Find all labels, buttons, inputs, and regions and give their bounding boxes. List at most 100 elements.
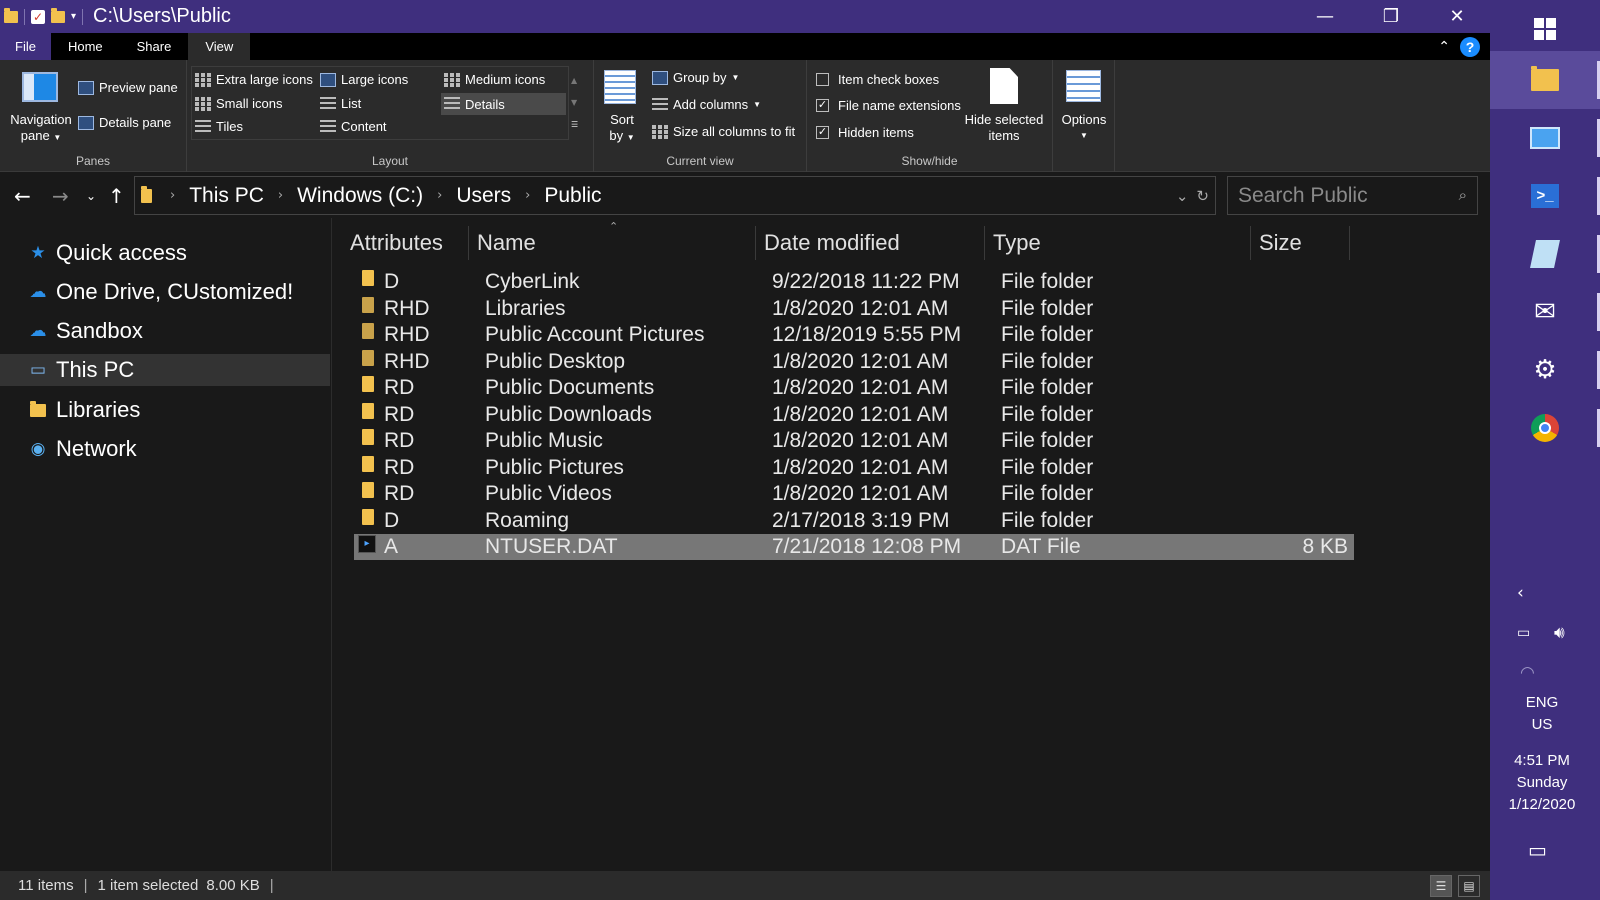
breadcrumb-public[interactable]: Public (538, 184, 607, 208)
input-language[interactable]: ENG (1490, 694, 1594, 711)
chevron-right-icon[interactable]: › (162, 188, 183, 203)
nav-item-this-pc[interactable]: ▭ This PC (0, 354, 330, 386)
checkbox-checked[interactable]: ✓ (816, 126, 829, 139)
clock-time[interactable]: 4:51 PM (1490, 752, 1594, 769)
file-row[interactable]: RD Public Documents 1/8/2020 12:01 AM File … (354, 375, 1354, 401)
file-row[interactable]: RD Public Downloads 1/8/2020 12:01 AM File … (354, 402, 1354, 428)
clock-date[interactable]: 1/12/2020 (1490, 796, 1594, 813)
breadcrumb-windows-c[interactable]: Windows (C:) (291, 184, 429, 208)
help-icon[interactable]: ? (1460, 36, 1480, 57)
tiles-option[interactable]: Tiles (195, 119, 243, 134)
action-center-icon[interactable]: ▭ (1528, 838, 1547, 862)
chevron-right-icon[interactable]: › (517, 188, 538, 203)
checkbox-checked[interactable]: ✓ (816, 99, 829, 112)
column-header-size[interactable]: Size (1251, 226, 1350, 260)
battery-icon[interactable]: ▭ (1517, 625, 1530, 641)
recent-locations-icon[interactable]: ⌄ (86, 173, 96, 218)
input-region[interactable]: US (1490, 716, 1594, 733)
content-option[interactable]: Content (320, 119, 387, 134)
maximize-button[interactable]: ❐ (1358, 0, 1424, 33)
breadcrumb-users[interactable]: Users (450, 184, 517, 208)
clock-day[interactable]: Sunday (1490, 774, 1594, 791)
column-header-name[interactable]: Name ⌃ (469, 220, 756, 260)
search-icon[interactable]: ⌕ (1459, 186, 1467, 204)
up-arrow-icon[interactable]: ↑ (108, 173, 125, 218)
close-button[interactable]: ✕ (1424, 0, 1490, 33)
tab-home[interactable]: Home (51, 33, 120, 60)
customize-toolbar-icon[interactable]: ▾ (71, 11, 76, 22)
extra-large-icons-option[interactable]: Extra large icons (195, 72, 313, 87)
taskbar-mail[interactable]: ✉ (1490, 283, 1600, 341)
chevron-down-icon[interactable]: ⌄ (1176, 187, 1189, 205)
taskbar-chrome[interactable] (1490, 399, 1600, 457)
size-all-columns-button[interactable]: Size all columns to fit (652, 124, 795, 139)
column-header-attributes[interactable]: Attributes (342, 226, 469, 260)
nav-item-quick-access[interactable]: ★ Quick access (0, 237, 330, 269)
new-folder-icon[interactable] (51, 7, 65, 23)
details-pane-button[interactable]: Details pane (78, 115, 171, 130)
details-option[interactable]: Details (441, 93, 566, 115)
taskbar-powershell[interactable]: >_ (1490, 167, 1600, 225)
volume-icon[interactable]: 🔊︎ (1554, 623, 1565, 643)
chevron-right-icon[interactable]: › (429, 188, 450, 203)
tab-file[interactable]: File (0, 33, 51, 60)
tab-share[interactable]: Share (120, 33, 189, 60)
scroll-down-icon: ▼ (571, 98, 578, 107)
checkbox-unchecked[interactable] (816, 73, 829, 86)
tab-view[interactable]: View (188, 33, 251, 60)
wifi-icon[interactable]: ◠ (1520, 663, 1535, 683)
divider (82, 8, 84, 25)
file-row[interactable]: RHD Public Desktop 1/8/2020 12:01 AM File f… (354, 349, 1354, 375)
gallery-scroll[interactable]: ▲ ▼ ☰ (571, 70, 578, 136)
add-columns-button[interactable]: Add columns ▼ (652, 97, 761, 112)
file-row[interactable]: RHD Libraries 1/8/2020 12:01 AM File folder (354, 296, 1354, 322)
navigation-pane-button[interactable]: Navigation pane ▼ (6, 112, 76, 146)
collapse-ribbon-icon[interactable]: ⌃ (1438, 39, 1450, 55)
taskbar-remote-desktop[interactable] (1490, 109, 1600, 167)
file-row[interactable]: RHD Public Account Pictures 12/18/2019 5:5… (354, 322, 1354, 348)
list-option[interactable]: List (320, 96, 361, 111)
file-row[interactable]: RD Public Music 1/8/2020 12:01 AM File fold… (354, 428, 1354, 454)
start-button[interactable] (1490, 0, 1600, 58)
options-button[interactable]: Options ▼ (1053, 112, 1115, 144)
search-box[interactable]: ⌕ (1227, 176, 1478, 215)
chevron-right-icon[interactable]: › (270, 188, 291, 203)
file-row[interactable]: RD Public Videos 1/8/2020 12:01 AM File fol… (354, 481, 1354, 507)
hidden-items-toggle[interactable]: ✓ Hidden items (816, 125, 914, 140)
small-icons-option[interactable]: Small icons (195, 96, 282, 111)
details-view-icon[interactable]: ☰ (1430, 874, 1452, 897)
hide-selected-items-button[interactable]: Hide selected items (959, 112, 1049, 144)
title-bar[interactable]: ✓ ▾ C:\Users\Public — ❐ ✕ (0, 0, 1490, 33)
taskbar-file-explorer[interactable] (1490, 51, 1600, 109)
nav-item-network[interactable]: ◉ Network (0, 433, 330, 465)
minimize-button[interactable]: — (1292, 0, 1358, 33)
item-check-boxes-toggle[interactable]: Item check boxes (816, 72, 939, 87)
nav-item-libraries[interactable]: Libraries (0, 394, 330, 426)
refresh-icon[interactable]: ↻ (1196, 187, 1209, 205)
nav-item-sandbox[interactable]: ☁ Sandbox (0, 315, 330, 347)
column-header-type[interactable]: Type (985, 226, 1251, 260)
breadcrumb-this-pc[interactable]: This PC (183, 184, 270, 208)
file-row[interactable]: RD Public Pictures 1/8/2020 12:01 AM File f… (354, 455, 1354, 481)
properties-icon[interactable]: ✓ (31, 9, 45, 24)
large-icons-view-icon[interactable]: ▤ (1458, 874, 1480, 897)
taskbar-settings[interactable]: ⚙ (1490, 341, 1600, 399)
column-header-date-modified[interactable]: Date modified (756, 226, 985, 260)
preview-pane-button[interactable]: Preview pane (78, 80, 178, 95)
file-row[interactable]: D Roaming 2/17/2018 3:19 PM File folder (354, 508, 1354, 534)
size-columns-icon (652, 124, 668, 139)
address-bar[interactable]: › This PC › Windows (C:) › Users › Publi… (134, 176, 1216, 215)
back-arrow-icon[interactable]: ← (14, 173, 31, 218)
medium-icons-option[interactable]: Medium icons (444, 72, 545, 87)
sort-by-button[interactable]: Sort by ▼ (600, 112, 644, 146)
group-by-button[interactable]: Group by ▼ (652, 70, 739, 85)
nav-item-onedrive[interactable]: ☁ One Drive, CUstomized! (0, 276, 330, 308)
search-input[interactable] (1238, 183, 1438, 208)
taskbar-notepad[interactable] (1490, 225, 1600, 283)
file-row[interactable]: ▸ A NTUSER.DAT 7/21/2018 12:08 PM DAT File 8 … (354, 534, 1354, 560)
file-row[interactable]: D CyberLink 9/22/2018 11:22 PM File folder (354, 269, 1354, 295)
large-icons-option[interactable]: Large icons (320, 72, 408, 87)
file-name-extensions-toggle[interactable]: ✓ File name extensions (816, 98, 961, 113)
forward-arrow-icon[interactable]: → (52, 173, 69, 218)
show-hidden-icons-chevron-icon[interactable]: ‹ (1517, 583, 1524, 603)
